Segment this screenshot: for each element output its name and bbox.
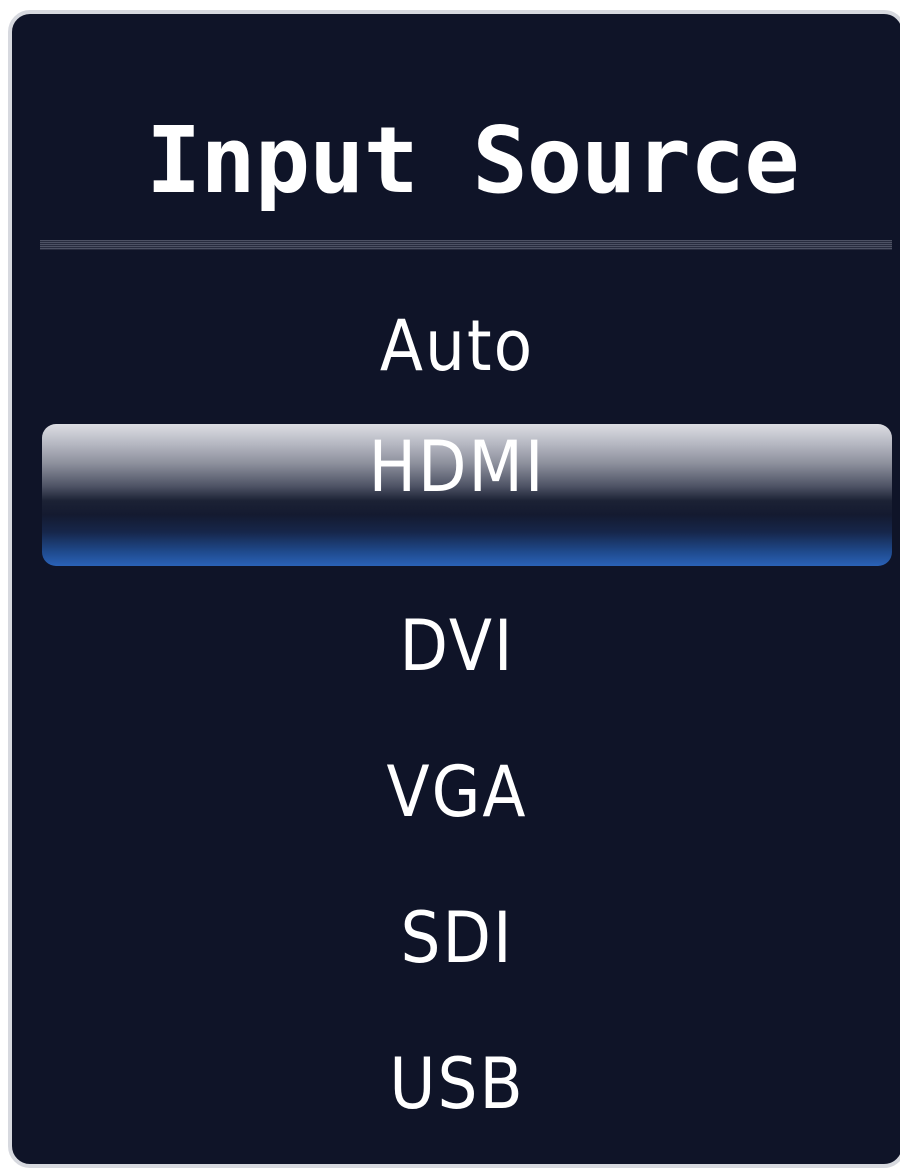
source-option-usb[interactable]: USB bbox=[12, 1024, 900, 1144]
source-option-label: USB bbox=[389, 1043, 525, 1125]
source-option-dvi[interactable]: DVI bbox=[12, 586, 900, 706]
source-option-vga[interactable]: VGA bbox=[12, 732, 900, 852]
source-option-sdi[interactable]: SDI bbox=[12, 878, 900, 998]
source-list: Auto HDMI DVI VGA SDI USB bbox=[12, 14, 900, 1164]
source-option-label: Auto bbox=[379, 305, 535, 387]
source-option-label: HDMI bbox=[368, 426, 546, 508]
source-option-hdmi[interactable]: HDMI bbox=[12, 412, 900, 566]
input-source-menu: Input Source Auto HDMI DVI VGA SDI USB bbox=[8, 10, 900, 1168]
source-option-label: VGA bbox=[386, 751, 528, 833]
source-option-label: DVI bbox=[399, 605, 515, 687]
source-option-label: SDI bbox=[400, 897, 514, 979]
source-option-auto[interactable]: Auto bbox=[12, 286, 900, 406]
